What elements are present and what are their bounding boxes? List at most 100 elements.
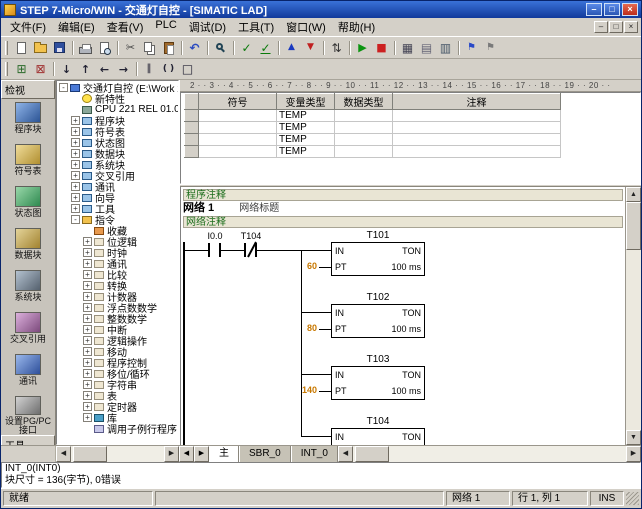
symbol-cell[interactable] [199,122,277,134]
timer-preset-value[interactable]: 80 [277,323,317,333]
toolbar-section-header[interactable]: 工具 [1,435,55,445]
tree-expander[interactable]: + [83,391,92,400]
tree-expander[interactable]: + [83,292,92,301]
compile-button[interactable]: ✓ [237,39,256,57]
insert-coil-button[interactable]: ( ) [159,60,178,78]
comment-cell[interactable] [393,122,561,134]
program-comment[interactable]: 程序注释 [183,189,623,201]
tree-expander[interactable]: + [83,358,92,367]
network-title[interactable]: 网络标题 [239,203,279,214]
datatype-cell[interactable] [335,122,393,134]
datatype-cell[interactable] [335,146,393,158]
open-button[interactable] [31,39,50,57]
tree-item[interactable]: 调用子例行程序 [57,423,178,434]
minimize-button[interactable] [586,3,602,16]
line-down-button[interactable]: ↓ [57,60,76,78]
tree-expander[interactable]: + [83,380,92,389]
timer-box-body[interactable]: IN TON PT 100 ms [331,304,425,338]
child-close-button[interactable] [624,21,638,33]
close-button[interactable] [622,3,638,16]
tree-expander[interactable]: + [83,303,92,312]
menu-view[interactable]: 查看(V) [101,18,150,36]
timer-t103[interactable]: T103 IN TON PT 100 ms [301,354,501,412]
child-minimize-button[interactable] [594,21,608,33]
editor-scroll-right-button[interactable] [626,446,641,462]
tree-expander[interactable]: + [71,127,80,136]
tree-scrollbar-thumb[interactable] [73,446,107,462]
timer-box-body[interactable]: IN TON PT [331,428,425,445]
network-comment[interactable]: 网络注释 [183,216,623,228]
next-bookmark-button[interactable]: ⚑ [481,39,500,57]
tree-item[interactable]: + 定时器 [57,401,178,412]
compile-all-button[interactable]: ✓ [256,39,275,57]
new-button[interactable] [12,39,31,57]
tree-expander[interactable]: + [71,138,80,147]
tree-scroll-right-button[interactable] [164,446,179,462]
tree-item[interactable]: + 向导 [57,192,178,203]
vertical-scrollbar[interactable] [625,187,641,445]
tree-item[interactable]: + 工具 [57,203,178,214]
comment-cell[interactable] [393,110,561,122]
editor-scroll-left-button[interactable] [338,446,353,462]
row-header-cell[interactable] [185,110,199,122]
maximize-button[interactable] [604,3,620,16]
trend-chart-button[interactable]: ▥ [436,39,455,57]
vartype-cell[interactable]: TEMP [277,134,335,146]
tree-expander[interactable]: - [71,215,80,224]
scrollbar-track[interactable] [626,250,641,430]
timer-t102[interactable]: T102 IN TON PT 100 ms [301,292,501,350]
tab-sbr0[interactable]: SBR_0 [239,446,291,462]
line-left-button[interactable]: ← [95,60,114,78]
cut-button[interactable]: ✂ [121,39,140,57]
run-button[interactable]: ▶ [353,39,372,57]
scrollbar-thumb[interactable] [626,202,641,250]
timer-t101[interactable]: T101 IN TON PT 100 ms [301,230,501,288]
datatype-cell[interactable] [335,134,393,146]
tree-expander[interactable]: + [83,336,92,345]
row-header-cell[interactable] [185,146,199,158]
menu-help[interactable]: 帮助(H) [332,18,381,36]
upload-button[interactable]: ▲ [282,39,301,57]
tree-expander[interactable]: + [83,402,92,411]
symbol-cell[interactable] [199,134,277,146]
symbol-cell[interactable] [199,146,277,158]
editor-scrollbar-thumb[interactable] [355,446,389,462]
row-header-cell[interactable] [185,134,199,146]
timer-box-body[interactable]: IN TON PT 100 ms [331,242,425,276]
vartype-cell[interactable]: TEMP [277,146,335,158]
insert-network-button[interactable]: ⊞ [12,60,31,78]
tree-item[interactable]: + 字符串 [57,379,178,390]
sidebar-item-cross-reference[interactable]: 交叉引用 [1,309,55,351]
print-button[interactable] [76,39,95,57]
sidebar-item-status-chart[interactable]: 状态图 [1,183,55,225]
tree-expander[interactable]: + [83,259,92,268]
stop-button[interactable]: ■ [372,39,391,57]
find-button[interactable] [211,39,230,57]
undo-button[interactable]: ↶ [185,39,204,57]
sidebar-item-system-block[interactable]: 系统块 [1,267,55,309]
timer-t104[interactable]: T104 IN TON PT [301,416,501,445]
tree-expander[interactable]: + [71,182,80,191]
menu-debug[interactable]: 调试(D) [183,18,232,36]
tree-scrollbar-track[interactable] [71,446,164,462]
timer-box-body[interactable]: IN TON PT 100 ms [331,366,425,400]
tree-expander[interactable]: + [83,369,92,378]
program-status-button[interactable]: ▦ [398,39,417,57]
sidebar-item-program-block[interactable]: 程序块 [1,99,55,141]
scroll-up-button[interactable] [626,187,641,202]
tree-expander[interactable]: + [71,193,80,202]
tree-expander[interactable]: + [71,116,80,125]
menu-window[interactable]: 窗口(W) [280,18,332,36]
sidebar-item-communications[interactable]: 通讯 [1,351,55,393]
menu-edit[interactable]: 编辑(E) [52,18,101,36]
tree-expander[interactable]: + [83,270,92,279]
sort-button[interactable]: ⇅ [327,39,346,57]
tree-expander[interactable]: + [71,149,80,158]
tab-int0[interactable]: INT_0 [291,446,338,462]
row-header-cell[interactable] [185,122,199,134]
tree-expander[interactable]: + [71,171,80,180]
insert-box-button[interactable]: □ [178,60,197,78]
tree-expander[interactable]: + [83,413,92,422]
copy-button[interactable] [140,39,159,57]
tab-scroll-left-button[interactable] [179,446,194,462]
